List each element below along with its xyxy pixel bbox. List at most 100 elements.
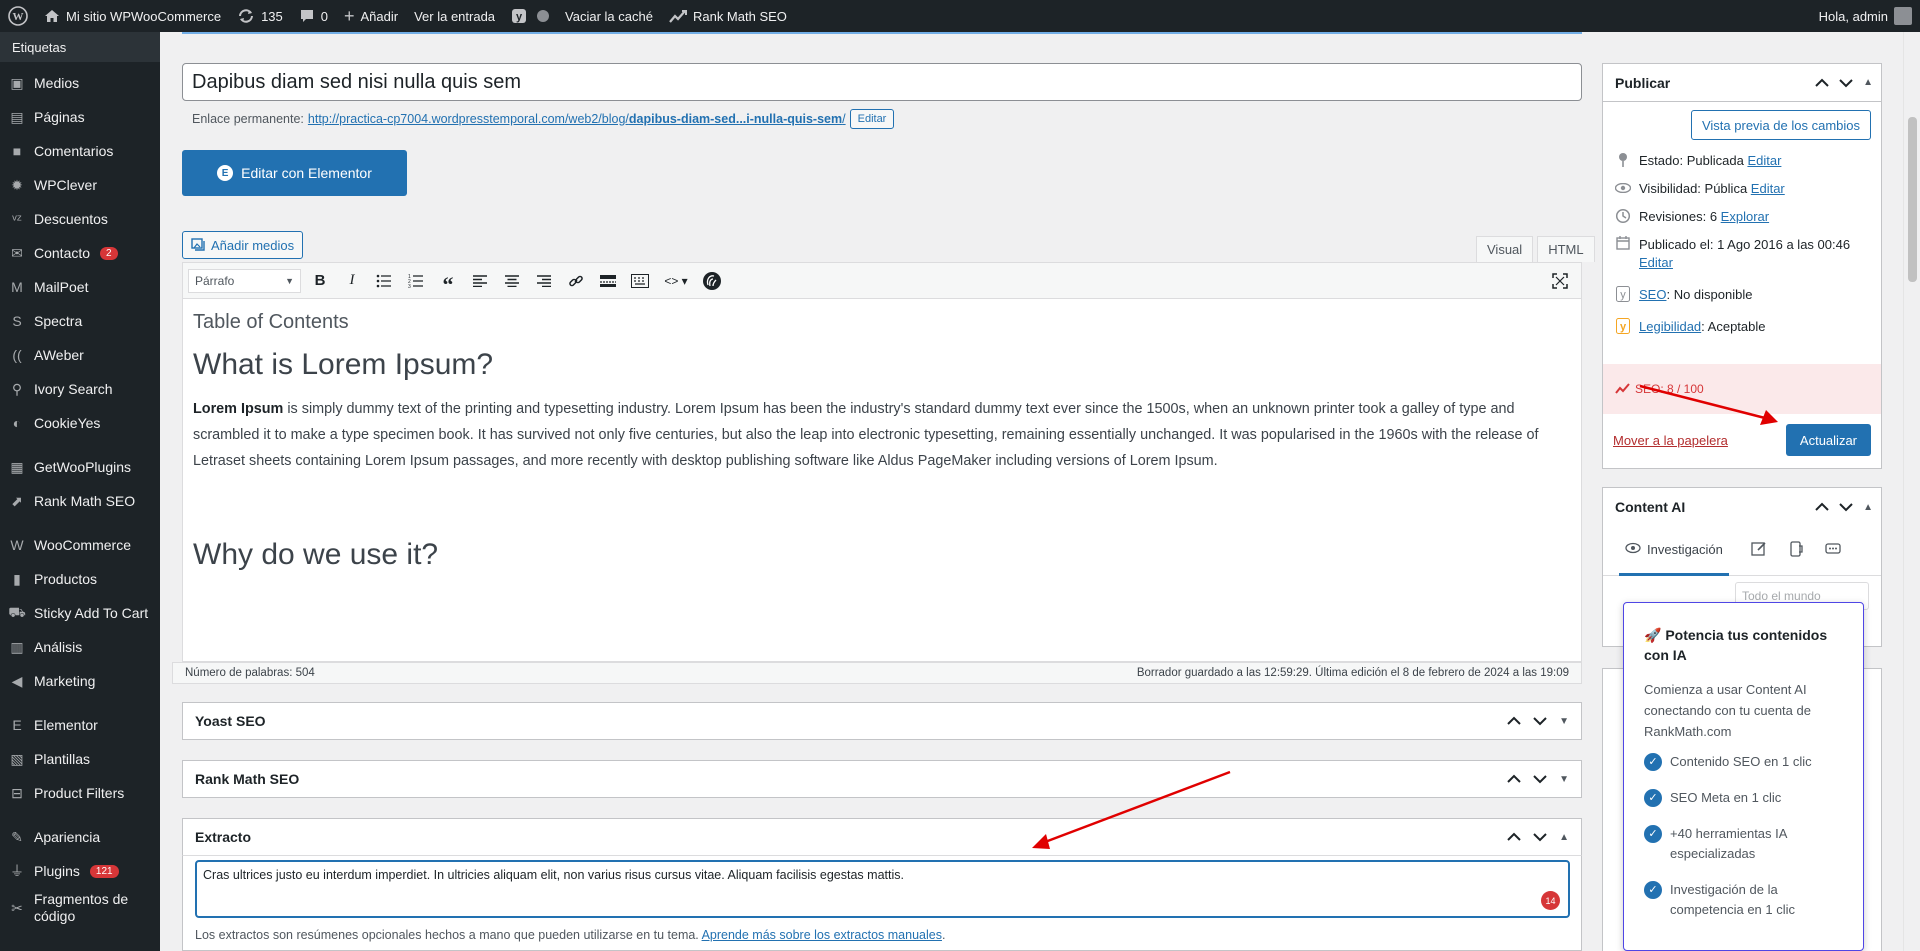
edit-permalink-button[interactable]: Editar	[849, 109, 895, 129]
sidebar-item-apariencia[interactable]: ✎ Apariencia	[0, 820, 160, 854]
sidebar-item-cookieyes[interactable]: ◐ CookieYes	[0, 406, 160, 440]
italic-icon[interactable]: I	[339, 268, 365, 294]
align-left-icon[interactable]	[467, 268, 493, 294]
sidebar-item-productos[interactable]: ▮ Productos	[0, 562, 160, 596]
clear-cache-link[interactable]: Vaciar la caché	[557, 0, 661, 32]
chat-tab-icon[interactable]	[1825, 542, 1841, 559]
tab-visual[interactable]: Visual	[1476, 236, 1534, 262]
edit-visibility-link[interactable]: Editar	[1751, 181, 1785, 196]
excerpt-metabox[interactable]: Extracto ▲	[182, 818, 1582, 856]
sidebar-item-marketing[interactable]: ◀ Marketing	[0, 664, 160, 698]
sidebar-item-getwooplugins[interactable]: ▦ GetWooPlugins	[0, 450, 160, 484]
sidebar-item-plantillas[interactable]: ▧ Plantillas	[0, 742, 160, 776]
toggle-arrow-down-icon[interactable]: ▼	[1559, 774, 1569, 785]
tab-html[interactable]: HTML	[1537, 236, 1595, 262]
seo-link[interactable]: SEO	[1639, 287, 1666, 302]
chevron-up-icon[interactable]	[1507, 771, 1521, 787]
bullet-list-icon[interactable]	[371, 268, 397, 294]
sidebar-item-medios[interactable]: ▣ Medios	[0, 66, 160, 100]
page-scrollbar[interactable]	[1903, 32, 1920, 951]
explore-revisions-link[interactable]: Explorar	[1721, 209, 1769, 224]
chevron-down-icon[interactable]	[1839, 75, 1853, 91]
code-icon[interactable]: <> ▾	[659, 268, 693, 294]
sidebar-item-sticky-add-to-cart[interactable]: ⛟ Sticky Add To Cart	[0, 596, 160, 630]
link-icon[interactable]	[563, 268, 589, 294]
align-right-icon[interactable]	[531, 268, 557, 294]
content-ai-header[interactable]: Content AI ▲	[1603, 488, 1881, 526]
sidebar-item-comentarios[interactable]: ■ Comentarios	[0, 134, 160, 168]
yoast-menu[interactable]: y	[503, 0, 557, 32]
rank-math-link[interactable]: Rank Math SEO	[661, 0, 795, 32]
chevron-down-icon[interactable]	[1533, 713, 1547, 729]
rank-math-metabox[interactable]: Rank Math SEO ▼	[182, 760, 1582, 798]
move-to-trash-link[interactable]: Mover a la papelera	[1613, 433, 1728, 448]
wordpress-logo-icon[interactable]: W	[0, 0, 36, 32]
edit-date-link[interactable]: Editar	[1639, 255, 1673, 270]
toolbar-toggle-icon[interactable]	[627, 268, 653, 294]
sidebar-item-ivory-search[interactable]: ⚲ Ivory Search	[0, 372, 160, 406]
post-title-input[interactable]: Dapibus diam sed nisi nulla quis sem	[182, 63, 1582, 101]
add-new-link[interactable]: + Añadir	[336, 0, 406, 32]
sidebar-item-woocommerce[interactable]: W WooCommerce	[0, 528, 160, 562]
sidebar-item-etiquetas[interactable]: Etiquetas	[0, 32, 160, 62]
view-entry-link[interactable]: Ver la entrada	[406, 0, 503, 32]
excerpt-help-link[interactable]: Aprende más sobre los extractos manuales	[702, 928, 942, 942]
toggle-arrow-down-icon[interactable]: ▼	[1559, 716, 1569, 727]
scrollbar-thumb[interactable]	[1908, 117, 1917, 282]
add-media-button[interactable]: Añadir medios	[182, 231, 304, 259]
addon-fingerprint-icon[interactable]	[699, 268, 725, 294]
excerpt-textarea[interactable]: Cras ultrices justo eu interdum imperdie…	[195, 860, 1570, 918]
align-center-icon[interactable]	[499, 268, 525, 294]
readability-link[interactable]: Legibilidad	[1639, 319, 1701, 334]
editor-content[interactable]: Table of Contents What is Lorem Ipsum? L…	[183, 299, 1581, 598]
updates-link[interactable]: 135	[229, 0, 291, 32]
toggle-arrow-up-icon[interactable]: ▲	[1863, 502, 1873, 513]
edit-status-link[interactable]: Editar	[1747, 153, 1781, 168]
permalink-link[interactable]: http://practica-cp7004.wordpresstemporal…	[308, 112, 846, 126]
sidebar-item-elementor[interactable]: E Elementor	[0, 708, 160, 742]
toggle-arrow-up-icon[interactable]: ▲	[1863, 77, 1873, 88]
fullscreen-icon[interactable]	[1547, 268, 1573, 294]
sidebar-item-spectra[interactable]: S Spectra	[0, 304, 160, 338]
chevron-up-icon[interactable]	[1815, 75, 1829, 91]
chevron-up-icon[interactable]	[1815, 499, 1829, 515]
chevron-down-icon[interactable]	[1533, 829, 1547, 845]
numbered-list-icon[interactable]: 123	[403, 268, 429, 294]
sidebar-item-páginas[interactable]: ▤ Páginas	[0, 100, 160, 134]
comments-link[interactable]: 0	[291, 0, 336, 32]
sidebar-item-contacto[interactable]: ✉ Contacto 2	[0, 236, 160, 270]
preview-changes-button[interactable]: Vista previa de los cambios	[1690, 110, 1871, 140]
yoast-seo-metabox[interactable]: Yoast SEO ▼	[182, 702, 1582, 740]
excerpt-help-label: Los extractos son resúmenes opcionales h…	[195, 928, 702, 942]
sidebar-item-aweber[interactable]: ((AWeber	[0, 338, 160, 372]
sidebar-item-análisis[interactable]: ▥ Análisis	[0, 630, 160, 664]
edit-with-elementor-button[interactable]: E Editar con Elementor	[182, 150, 407, 196]
format-select[interactable]: Párrafo ▼	[188, 268, 301, 293]
publish-header[interactable]: Publicar ▲	[1603, 64, 1881, 102]
sidebar-item-product-filters[interactable]: ⊟ Product Filters	[0, 776, 160, 810]
bold-icon[interactable]: B	[307, 268, 333, 294]
blockquote-icon[interactable]: “	[435, 268, 461, 297]
edit-tab-icon[interactable]	[1751, 541, 1767, 560]
tab-research[interactable]: Investigación	[1619, 526, 1729, 576]
sidebar-item-wpclever[interactable]: ✹ WPClever	[0, 168, 160, 202]
sidebar-item-mailpoet[interactable]: M MailPoet	[0, 270, 160, 304]
sidebar-item-fragmentos-de-código[interactable]: ✂ Fragmentos de código	[0, 888, 160, 928]
chevron-down-icon[interactable]	[1533, 771, 1547, 787]
chevron-down-icon[interactable]	[1839, 499, 1853, 515]
sidebar-item-rank-math-seo[interactable]: ⬈ Rank Math SEO	[0, 484, 160, 518]
chevron-up-icon[interactable]	[1507, 829, 1521, 845]
site-name-link[interactable]: Mi sitio WPWooCommerce	[36, 0, 229, 32]
excerpt-body: Cras ultrices justo eu interdum imperdie…	[182, 856, 1582, 951]
popup-feature-list: ✓ Contenido SEO en 1 clic ✓ SEO Meta en 1 c…	[1644, 752, 1843, 920]
chevron-up-icon[interactable]	[1507, 713, 1521, 729]
mobile-tab-icon[interactable]	[1789, 541, 1803, 560]
account-menu[interactable]: Hola, admin	[1811, 0, 1920, 32]
read-more-icon[interactable]	[595, 268, 621, 294]
sidebar-item-descuentos[interactable]: ᵛᶻ Descuentos	[0, 202, 160, 236]
toggle-arrow-up-icon[interactable]: ▲	[1559, 832, 1569, 843]
checkmark-icon: ✓	[1644, 789, 1662, 807]
sidebar-item-label: Descuentos	[34, 211, 108, 227]
sidebar-item-plugins[interactable]: ⏚ Plugins 121	[0, 854, 160, 888]
update-button[interactable]: Actualizar	[1785, 424, 1871, 456]
